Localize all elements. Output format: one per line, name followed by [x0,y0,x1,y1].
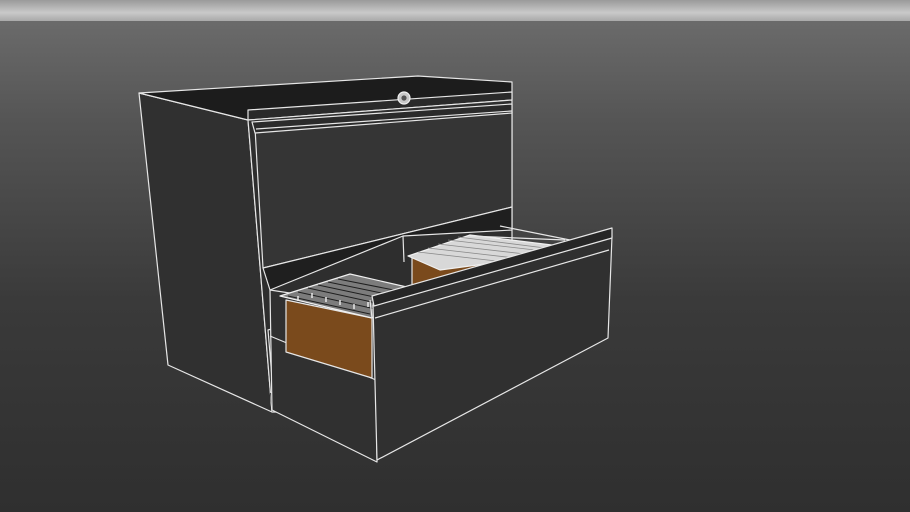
cabinet-render [138,75,613,463]
